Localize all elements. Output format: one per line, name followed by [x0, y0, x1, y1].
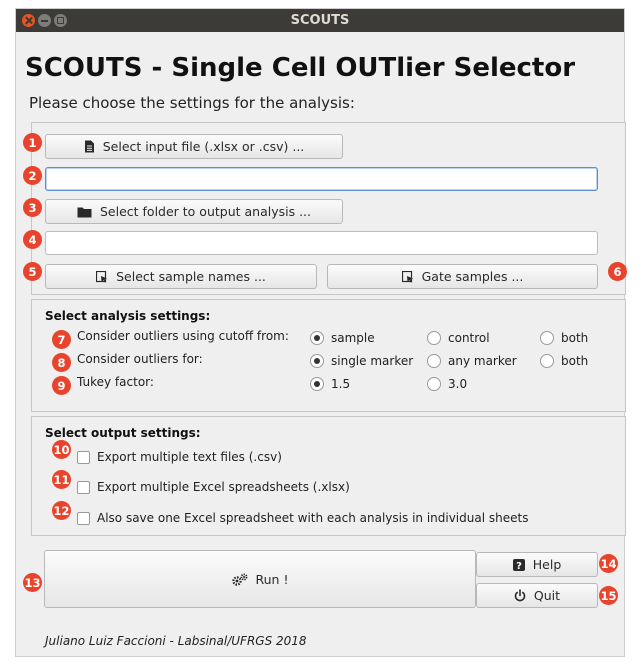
instructions-text: Please choose the settings for the analy… [29, 94, 355, 112]
tukey-label: Tukey factor: [77, 375, 154, 389]
cutoff-both-radio[interactable]: both [540, 331, 588, 345]
tukey-3-0-radio[interactable]: 3.0 [427, 377, 467, 391]
annotation-badge-10: 10 [52, 440, 71, 459]
cutoff-sample-label: sample [331, 331, 375, 345]
select-cursor-icon [401, 270, 414, 283]
annotation-badge-11: 11 [52, 470, 71, 489]
tukey-1-5-radio[interactable]: 1.5 [310, 377, 350, 391]
checkbox-indicator [77, 450, 90, 464]
radio-indicator [427, 331, 441, 345]
output-folder-field[interactable] [45, 231, 598, 255]
tukey-3-0-label: 3.0 [448, 377, 468, 391]
select-input-file-button[interactable]: Select input file (.xlsx or .csv) ... [45, 134, 343, 159]
select-output-folder-label: Select folder to output analysis ... [99, 204, 312, 219]
annotation-badge-4: 4 [23, 230, 42, 249]
radio-indicator [540, 331, 554, 345]
radio-indicator [310, 331, 324, 345]
run-button[interactable]: Run ! [44, 550, 476, 608]
any-marker-radio[interactable]: any marker [427, 354, 517, 368]
outliers-for-label: Consider outliers for: [77, 352, 203, 366]
radio-indicator [310, 377, 324, 391]
export-csv-label: Export multiple text files (.csv) [97, 450, 282, 464]
any-marker-label: any marker [448, 354, 517, 368]
export-xlsx-checkbox[interactable]: Export multiple Excel spreadsheets (.xls… [77, 480, 350, 494]
cutoff-control-label: control [448, 331, 490, 345]
app-title: SCOUTS - Single Cell OUTlier Selector [25, 53, 576, 83]
single-marker-label: single marker [331, 354, 414, 368]
annotation-badge-7: 7 [52, 330, 71, 349]
annotation-badge-3: 3 [23, 198, 42, 217]
main-window: SCOUTS SCOUTS - Single Cell OUTlier Sele… [15, 8, 626, 657]
output-settings-group: Select output settings: Export multiple … [31, 416, 626, 536]
select-sample-names-button[interactable]: Select sample names ... [45, 264, 317, 289]
annotation-badge-1: 1 [23, 133, 42, 152]
power-icon [514, 589, 526, 602]
quit-button[interactable]: Quit [476, 583, 598, 608]
author-credit: Juliano Luiz Faccioni - Labsinal/UFRGS 2… [45, 634, 307, 648]
input-file-field[interactable] [45, 167, 598, 191]
radio-indicator [310, 354, 324, 368]
gate-samples-label: Gate samples ... [421, 269, 524, 284]
cutoff-both-label: both [561, 331, 589, 345]
annotation-badge-8: 8 [52, 353, 71, 372]
window-title: SCOUTS [290, 13, 350, 28]
cutoff-sample-radio[interactable]: sample [310, 331, 375, 345]
folder-icon [77, 206, 92, 218]
outliers-both-radio[interactable]: both [540, 354, 588, 368]
annotation-badge-14: 14 [599, 554, 618, 573]
single-marker-radio[interactable]: single marker [310, 354, 413, 368]
tukey-1-5-label: 1.5 [331, 377, 351, 391]
help-label: Help [532, 557, 562, 572]
checkbox-indicator [77, 480, 90, 494]
output-settings-heading: Select output settings: [45, 426, 201, 440]
quit-label: Quit [533, 588, 561, 603]
annotation-badge-5: 5 [23, 262, 42, 281]
select-sample-names-label: Select sample names ... [116, 269, 266, 284]
analysis-settings-group: Select analysis settings: Consider outli… [31, 299, 626, 412]
annotation-badge-13: 13 [23, 573, 42, 592]
annotation-badge-2: 2 [23, 166, 42, 185]
file-selection-group: Select input file (.xlsx or .csv) ... Se… [31, 122, 626, 295]
select-input-file-label: Select input file (.xlsx or .csv) ... [102, 139, 305, 154]
gate-samples-button[interactable]: Gate samples ... [327, 264, 598, 289]
single-spreadsheet-checkbox[interactable]: Also save one Excel spreadsheet with eac… [77, 511, 528, 525]
analysis-settings-heading: Select analysis settings: [45, 309, 211, 323]
annotation-badge-6: 6 [608, 262, 627, 281]
single-spreadsheet-label: Also save one Excel spreadsheet with eac… [97, 511, 529, 525]
annotation-badge-15: 15 [599, 586, 618, 605]
run-label: Run ! [255, 571, 289, 587]
export-xlsx-label: Export multiple Excel spreadsheets (.xls… [97, 480, 350, 494]
export-csv-checkbox[interactable]: Export multiple text files (.csv) [77, 450, 282, 464]
outliers-both-label: both [561, 354, 589, 368]
radio-indicator [427, 377, 441, 391]
title-bar: SCOUTS [16, 9, 624, 32]
annotation-badge-9: 9 [52, 376, 71, 395]
help-icon: ? [512, 558, 525, 571]
annotation-badge-12: 12 [52, 501, 71, 520]
radio-indicator [540, 354, 554, 368]
cutoff-label: Consider outliers using cutoff from: [77, 329, 289, 343]
radio-indicator [427, 354, 441, 368]
checkbox-indicator [77, 511, 90, 525]
document-icon [84, 140, 95, 153]
select-output-folder-button[interactable]: Select folder to output analysis ... [45, 199, 343, 224]
help-button[interactable]: ? Help [476, 552, 598, 577]
svg-text:?: ? [516, 561, 522, 571]
gears-icon [231, 573, 248, 586]
select-cursor-icon [96, 270, 108, 283]
cutoff-control-radio[interactable]: control [427, 331, 490, 345]
